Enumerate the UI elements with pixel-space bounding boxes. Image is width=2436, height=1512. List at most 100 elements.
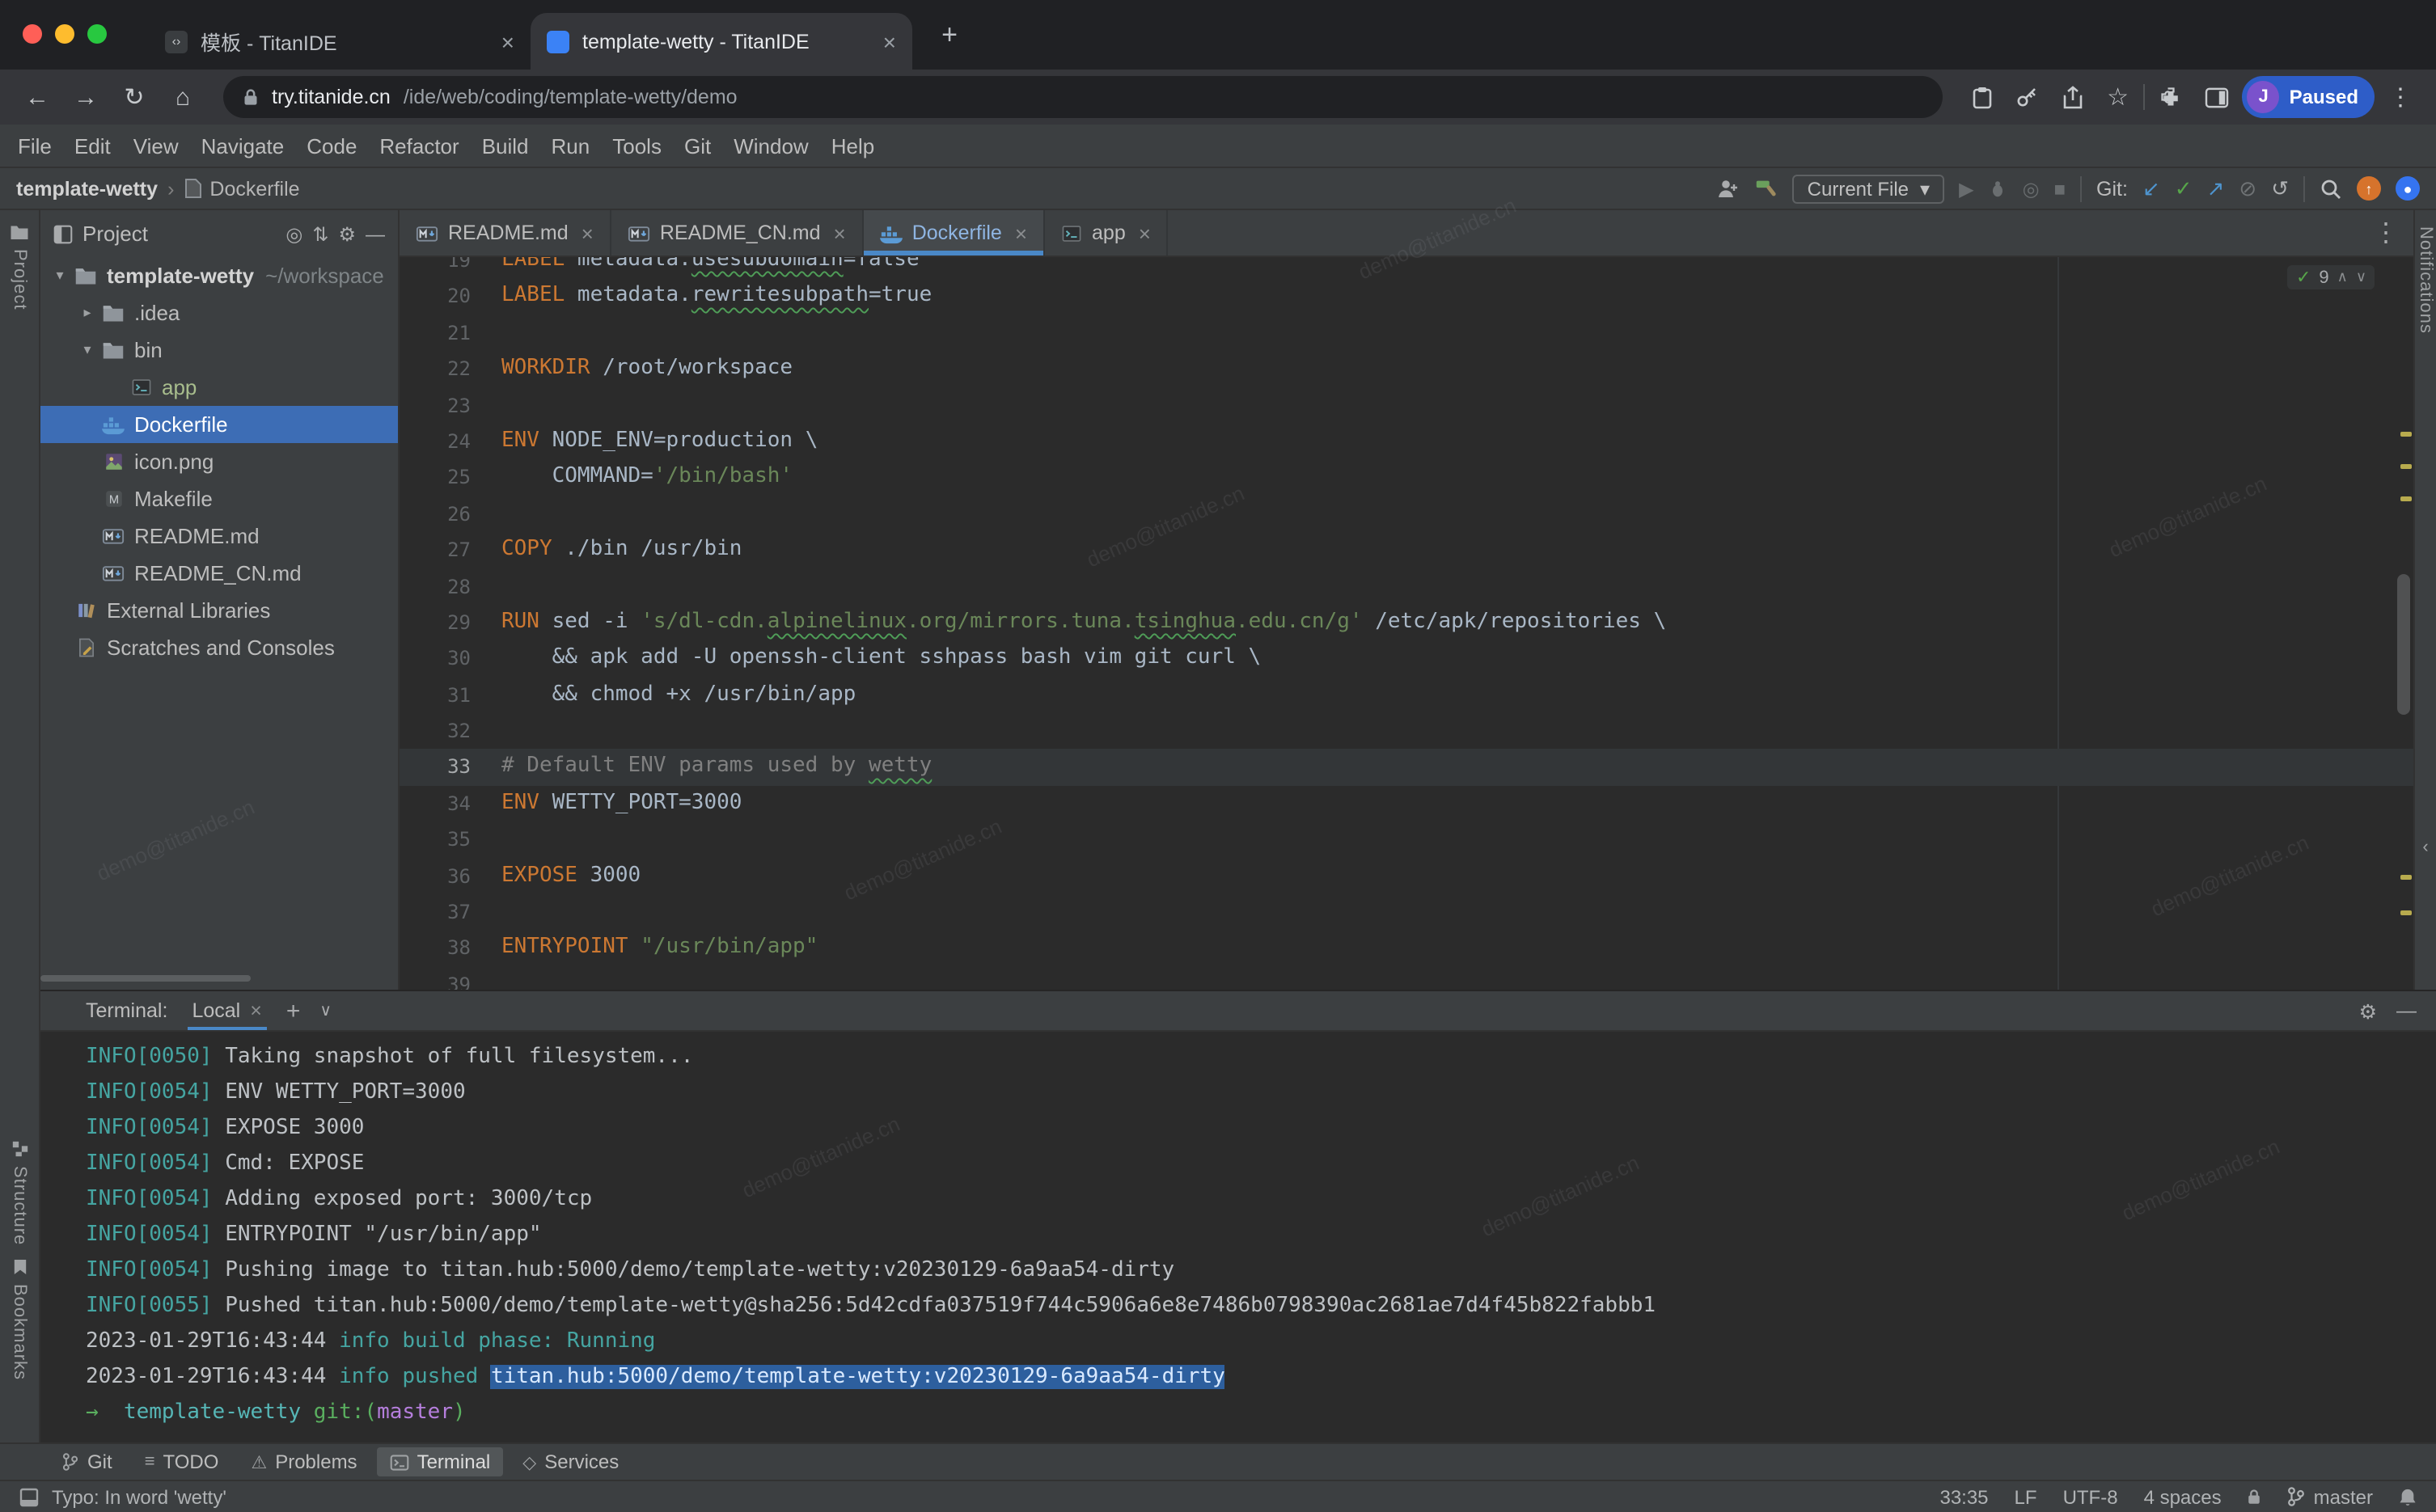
editor-tab-app[interactable]: app×: [1045, 210, 1169, 256]
tree-item-makefile[interactable]: MMakefile: [40, 480, 398, 517]
code-line-34[interactable]: 34ENV WETTY_PORT=3000: [400, 786, 2413, 822]
toolwindow-todo[interactable]: ≡TODO: [132, 1447, 232, 1476]
code-line-38[interactable]: 38ENTRYPOINT "/usr/bin/app": [400, 931, 2413, 967]
toolwindow-git[interactable]: Git: [49, 1447, 125, 1476]
caret-position[interactable]: 33:35: [1939, 1485, 1988, 1508]
stripe-notifications-button[interactable]: Notifications: [2415, 226, 2436, 334]
key-icon[interactable]: [2008, 78, 2047, 116]
editor-tab-readme-md[interactable]: README.md×: [400, 210, 611, 256]
menu-window[interactable]: Window: [722, 133, 820, 158]
zoom-window-button[interactable]: [87, 24, 107, 44]
tree-item-template-wetty[interactable]: ▾template-wetty~/workspace: [40, 257, 398, 294]
bookmark-star-icon[interactable]: ☆: [2099, 78, 2138, 116]
code-line-21[interactable]: 21: [400, 315, 2413, 352]
tab-close-icon[interactable]: ×: [834, 221, 846, 245]
tab-close-icon[interactable]: ×: [1015, 221, 1027, 245]
editor-pane[interactable]: 19LABEL metadata.usesubdomain=false20LAB…: [400, 257, 2413, 990]
tree-chevron-icon[interactable]: ▾: [50, 267, 70, 285]
address-bar[interactable]: try.titanide.cn/ide/web/coding/template-…: [223, 76, 1943, 118]
menu-navigate[interactable]: Navigate: [190, 133, 296, 158]
terminal-line-2[interactable]: INFO[0054] ENV WETTY_PORT=3000: [86, 1075, 2436, 1111]
code-line-28[interactable]: 28: [400, 568, 2413, 605]
code-line-26[interactable]: 26: [400, 496, 2413, 532]
menu-build[interactable]: Build: [471, 133, 540, 158]
tool-window-toggle-icon[interactable]: [19, 1487, 39, 1506]
warning-stripe-mark[interactable]: [2400, 464, 2412, 469]
tree-item-idea[interactable]: ▸.idea: [40, 294, 398, 332]
hide-panel-icon[interactable]: —: [366, 222, 385, 245]
toolwindow-terminal[interactable]: Terminal: [377, 1447, 504, 1476]
stop-button[interactable]: ■: [2054, 177, 2066, 200]
terminal-tab-close-icon[interactable]: ×: [250, 999, 262, 1022]
tab-close-icon[interactable]: ×: [501, 28, 514, 54]
code-with-me-icon[interactable]: [1717, 177, 1740, 200]
git-commit-icon[interactable]: ✓: [2175, 175, 2193, 201]
editor-vertical-scrollbar[interactable]: [2397, 574, 2410, 715]
menu-help[interactable]: Help: [820, 133, 886, 158]
warning-stripe-mark[interactable]: [2400, 432, 2412, 437]
git-disabled-icon[interactable]: ⊘: [2239, 175, 2256, 201]
code-line-20[interactable]: 20LABEL metadata.rewritesubpath=true: [400, 279, 2413, 315]
terminal-line-9[interactable]: 2023-01-29T16:43:44 info build phase: Ru…: [86, 1324, 2436, 1360]
close-window-button[interactable]: [23, 24, 42, 44]
breadcrumb-project[interactable]: template-wetty: [16, 177, 158, 200]
code-line-19[interactable]: 19LABEL metadata.usesubdomain=false: [400, 257, 2413, 279]
terminal-line-5[interactable]: INFO[0054] Adding exposed port: 3000/tcp: [86, 1182, 2436, 1218]
code-line-29[interactable]: 29RUN sed -i 's/dl-cdn.alpinelinux.org/m…: [400, 605, 2413, 641]
tab-close-icon[interactable]: ×: [1139, 221, 1151, 245]
git-branch-widget[interactable]: master: [2288, 1485, 2373, 1508]
menu-run[interactable]: Run: [540, 133, 602, 158]
terminal-line-1[interactable]: INFO[0050] Taking snapshot of full files…: [86, 1040, 2436, 1075]
terminal-tab-local[interactable]: Local ×: [187, 991, 266, 1030]
browser-menu-kebab-icon[interactable]: ⋮: [2381, 78, 2420, 116]
terminal-settings-gear-icon[interactable]: ⚙: [2359, 999, 2377, 1023]
clipboard-icon[interactable]: [1963, 78, 2002, 116]
git-rollback-icon[interactable]: ↺: [2271, 175, 2289, 201]
profile-button[interactable]: J Paused: [2243, 76, 2375, 118]
tree-item-readme-cn-md[interactable]: README_CN.md: [40, 555, 398, 592]
coverage-button[interactable]: ◎: [2023, 177, 2040, 200]
tree-item-external-libraries[interactable]: External Libraries: [40, 592, 398, 629]
indent-setting[interactable]: 4 spaces: [2144, 1485, 2222, 1508]
file-encoding[interactable]: UTF-8: [2063, 1485, 2118, 1508]
forward-button[interactable]: →: [65, 76, 107, 118]
tab-close-icon[interactable]: ×: [582, 221, 594, 245]
side-panel-icon[interactable]: [2197, 78, 2236, 116]
tree-item-dockerfile[interactable]: Dockerfile: [40, 406, 398, 443]
tree-item-readme-md[interactable]: README.md: [40, 517, 398, 555]
terminal-dropdown-icon[interactable]: ∨: [319, 1002, 332, 1020]
terminal-line-10[interactable]: 2023-01-29T16:43:44 info pushed titan.hu…: [86, 1360, 2436, 1396]
code-line-35[interactable]: 35: [400, 822, 2413, 859]
stripe-structure-button[interactable]: Structure: [0, 1140, 39, 1245]
editor-tabs-more-icon[interactable]: ⋮: [2358, 210, 2413, 256]
next-inspection-icon[interactable]: ∨: [2356, 268, 2366, 286]
notifications-bell-icon[interactable]: [2399, 1487, 2417, 1506]
search-everywhere-icon[interactable]: [2320, 177, 2342, 200]
tree-item-bin[interactable]: ▾bin: [40, 332, 398, 369]
code-line-24[interactable]: 24ENV NODE_ENV=production \: [400, 424, 2413, 460]
editor-tab-dockerfile[interactable]: Dockerfile×: [864, 210, 1045, 256]
code-line-32[interactable]: 32: [400, 713, 2413, 750]
collapse-panel-icon[interactable]: ‹: [2415, 838, 2436, 857]
terminal-line-4[interactable]: INFO[0054] Cmd: EXPOSE: [86, 1147, 2436, 1182]
tree-item-app[interactable]: app: [40, 369, 398, 406]
menu-file[interactable]: File: [6, 133, 63, 158]
breadcrumb-file[interactable]: Dockerfile: [184, 177, 299, 200]
debug-button[interactable]: [1989, 179, 2008, 198]
git-push-icon[interactable]: ↗: [2207, 175, 2225, 201]
tree-chevron-icon[interactable]: ▾: [78, 341, 97, 359]
code-line-33[interactable]: 33# Default ENV params used by wetty: [400, 750, 2413, 786]
terminal-line-11[interactable]: → template-wetty git:(master): [86, 1396, 2436, 1431]
stripe-bookmarks-button[interactable]: Bookmarks: [0, 1258, 39, 1380]
git-update-icon[interactable]: ↙: [2142, 175, 2160, 201]
terminal-line-3[interactable]: INFO[0054] EXPOSE 3000: [86, 1111, 2436, 1147]
browser-tab-active[interactable]: template-wetty - TitanIDE ×: [531, 13, 912, 70]
code-line-37[interactable]: 37: [400, 894, 2413, 931]
warning-stripe-mark[interactable]: [2400, 875, 2412, 880]
code-line-36[interactable]: 36EXPOSE 3000: [400, 858, 2413, 894]
status-message[interactable]: Typo: In word 'wetty': [52, 1485, 226, 1508]
code-line-39[interactable]: 39: [400, 967, 2413, 990]
inspections-widget[interactable]: ✓ 9 ∧ ∨: [2288, 265, 2375, 289]
new-tab-button[interactable]: +: [928, 15, 971, 57]
terminal-minimize-icon[interactable]: —: [2396, 999, 2417, 1022]
